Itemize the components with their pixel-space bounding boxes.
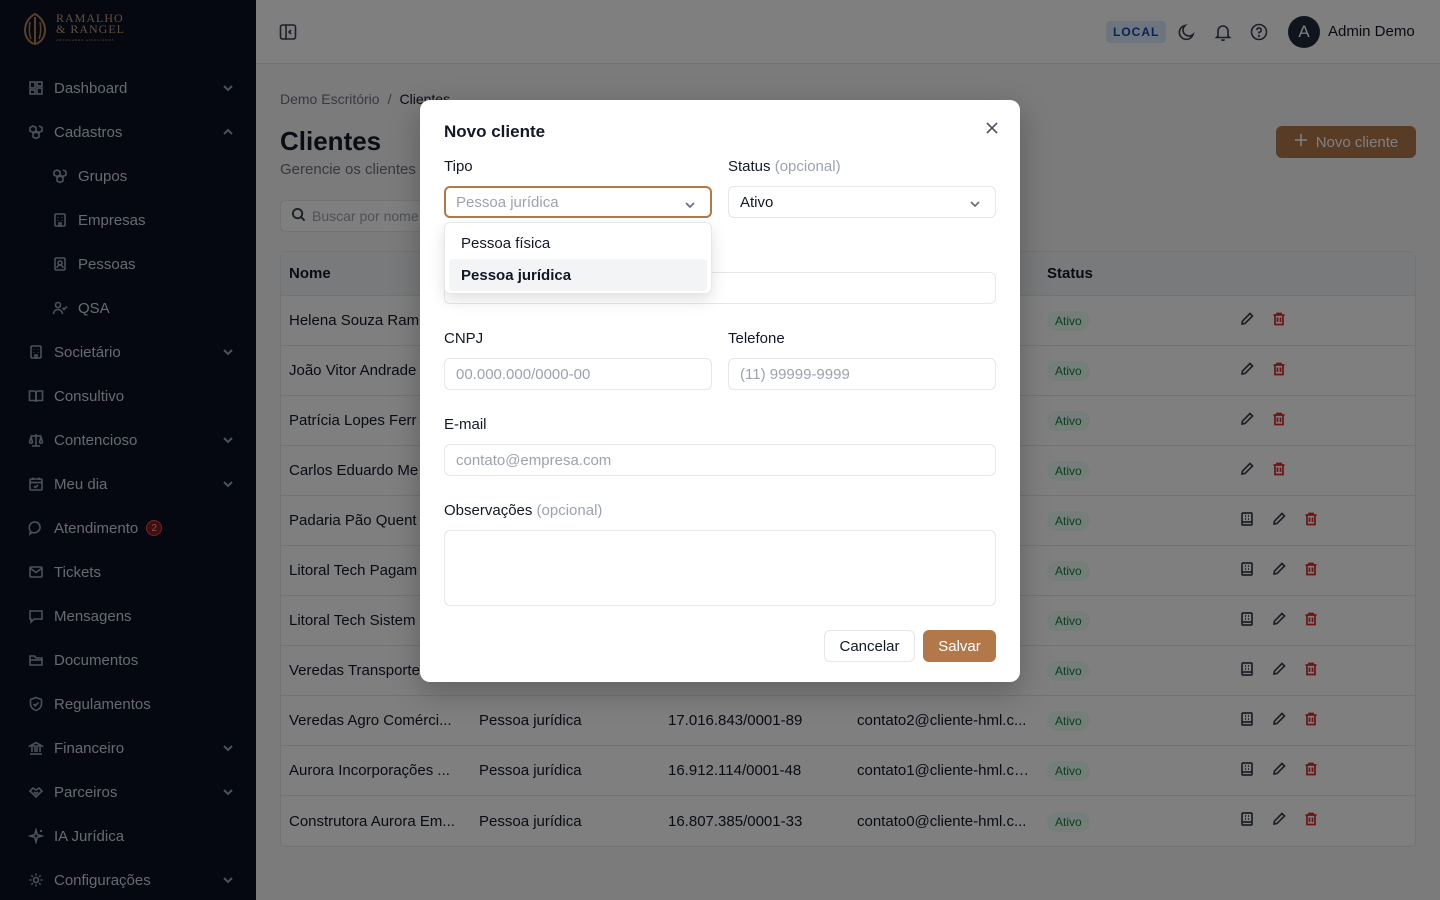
obs-optional-hint: (opcional) (536, 502, 603, 519)
email-input[interactable]: contato@empresa.com (444, 444, 996, 476)
telefone-placeholder: (11) 99999-9999 (740, 365, 850, 383)
tipo-label: Tipo (444, 158, 473, 175)
obs-textarea[interactable] (444, 530, 996, 606)
status-label-text: Status (728, 158, 771, 175)
obs-label-text: Observações (444, 502, 533, 519)
save-button[interactable]: Salvar (923, 630, 996, 662)
close-icon[interactable] (982, 118, 1002, 138)
tipo-dropdown-menu: Pessoa física Pessoa jurídica (444, 222, 712, 294)
status-select-value: Ativo (740, 193, 774, 211)
obs-label: Observações (opcional) (444, 502, 602, 519)
cnpj-label: CNPJ (444, 330, 484, 347)
status-optional-hint: (opcional) (774, 158, 841, 175)
status-label: Status (opcional) (728, 158, 841, 175)
new-client-dialog: Novo cliente Tipo Pessoa jurídica Status… (420, 100, 1020, 682)
email-label: E-mail (444, 416, 487, 433)
tipo-select-value: Pessoa jurídica (456, 193, 559, 211)
telefone-input[interactable]: (11) 99999-9999 (728, 358, 996, 390)
cnpj-placeholder: 00.000.000/0000-00 (456, 365, 591, 383)
tipo-select[interactable]: Pessoa jurídica (444, 186, 712, 218)
chevron-down-icon (684, 198, 696, 210)
email-placeholder: contato@empresa.com (456, 451, 612, 469)
cnpj-input[interactable]: 00.000.000/0000-00 (444, 358, 712, 390)
dropdown-option-pessoa-juridica[interactable]: Pessoa jurídica (449, 259, 707, 291)
cancel-button[interactable]: Cancelar (824, 630, 915, 662)
dropdown-option-pessoa-fisica[interactable]: Pessoa física (449, 227, 707, 259)
dialog-title: Novo cliente (444, 122, 546, 141)
status-select[interactable]: Ativo (728, 186, 996, 218)
chevron-down-icon (969, 197, 981, 209)
telefone-label: Telefone (728, 330, 785, 347)
